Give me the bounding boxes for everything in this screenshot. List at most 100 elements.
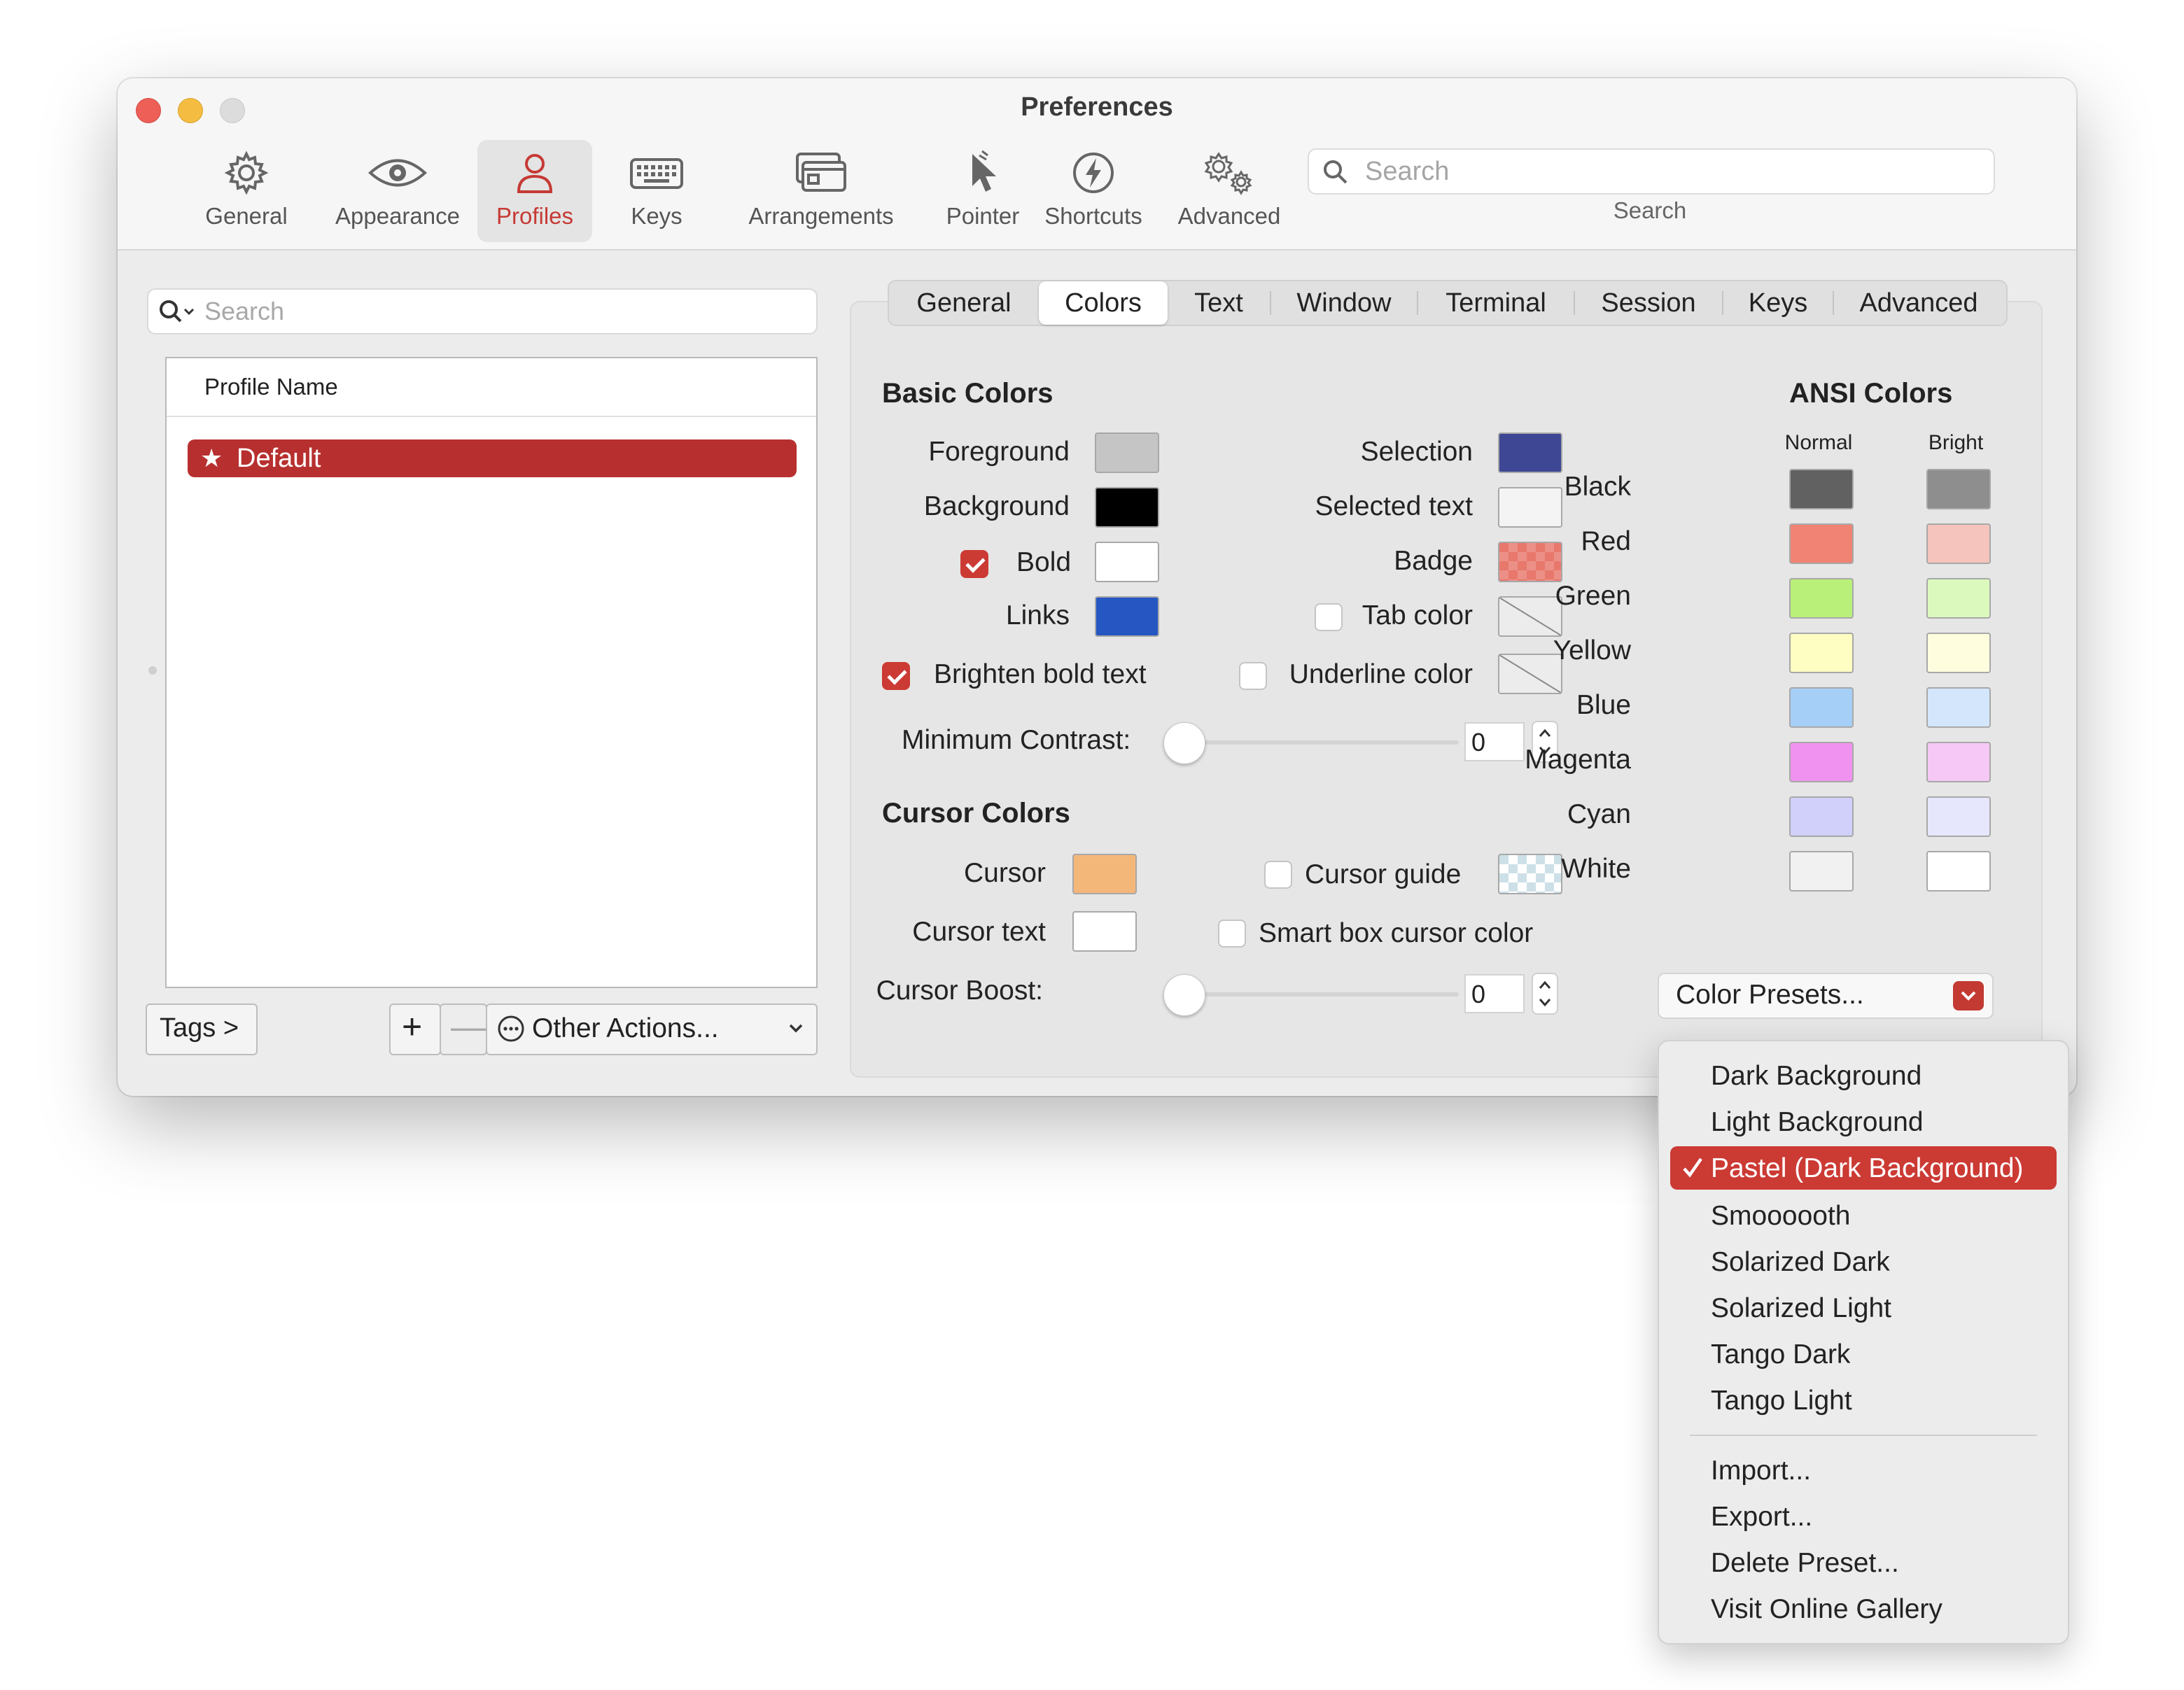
selected-text-color-well[interactable] [1498,487,1562,528]
menu-item-label: Pastel (Dark Background) [1711,1153,2024,1183]
add-profile-button[interactable]: + [389,1004,441,1055]
ansi-cyan-bright-well[interactable] [1926,796,1991,837]
minimum-contrast-field[interactable]: 0 [1464,722,1525,761]
menu-item-light-background[interactable]: Light Background [1659,1100,2068,1143]
toolbar-general[interactable]: General [204,140,288,242]
cursor-guide-color-well[interactable] [1498,854,1562,894]
underline-color-checkbox[interactable] [1239,662,1267,690]
tab-color-label: Tab color [1362,600,1473,631]
cursor-text-color-well[interactable] [1072,911,1137,952]
bold-checkbox[interactable] [960,550,988,578]
tab-terminal[interactable]: Terminal [1418,281,1574,325]
split-view-handle[interactable] [148,666,157,675]
cursor-boost-stepper[interactable] [1532,973,1558,1015]
brighten-bold-checkbox[interactable] [882,662,910,690]
tab-general[interactable]: General [889,281,1039,325]
tab-color-well[interactable] [1498,596,1562,637]
menu-item-smoooooth[interactable]: Smoooooth [1659,1194,2068,1237]
minimum-contrast-track[interactable] [1183,740,1459,745]
ansi-blue-bright-well[interactable] [1926,687,1991,728]
selection-color-well[interactable] [1498,432,1562,473]
ansi-yellow-normal-well[interactable] [1789,633,1854,673]
menu-item-export[interactable]: Export... [1659,1495,2068,1538]
cursor-boost-label: Cursor Boost: [876,976,1043,1006]
menu-item-solarized-light[interactable]: Solarized Light [1659,1286,2068,1330]
cursor-color-well[interactable] [1072,854,1137,894]
stepper-arrows-icon [1539,980,1551,1007]
cursor-guide-checkbox[interactable] [1264,861,1292,889]
badge-color-well[interactable] [1498,542,1562,582]
preferences-window: Preferences General Appearance Profiles [118,78,2076,1096]
tab-window[interactable]: Window [1271,281,1417,325]
bold-label: Bold [1016,547,1072,577]
tags-button[interactable]: Tags > [146,1004,258,1055]
profile-list-header[interactable]: Profile Name [167,358,816,417]
cursor-boost-track[interactable] [1183,992,1459,997]
ansi-normal-header: Normal [1784,431,1853,454]
background-label: Background [923,491,1070,521]
tab-text[interactable]: Text [1168,281,1270,325]
ansi-black-normal-well[interactable] [1789,469,1854,509]
preferences-search-input[interactable]: Search [1308,148,1995,195]
ansi-white-normal-well[interactable] [1789,851,1854,892]
toolbar-appearance-label: Appearance [335,203,460,229]
color-presets-popup-button[interactable]: Color Presets... [1658,973,1994,1019]
menu-item-label: Import... [1711,1456,1812,1486]
menu-item-tango-light[interactable]: Tango Light [1659,1379,2068,1422]
chevron-down-icon [1953,981,1984,1011]
cursor-boost-slider[interactable] [1163,974,1205,1016]
menu-item-delete-preset[interactable]: Delete Preset... [1659,1541,2068,1584]
toolbar-appearance[interactable]: Appearance [328,140,468,242]
brighten-bold-label: Brighten bold text [934,659,1147,689]
search-placeholder: Search [1365,157,1450,186]
tab-session[interactable]: Session [1575,281,1722,325]
menu-item-dark-background[interactable]: Dark Background [1659,1054,2068,1097]
menu-item-tango-dark[interactable]: Tango Dark [1659,1332,2068,1376]
foreground-color-well[interactable] [1095,432,1159,473]
foreground-label: Foreground [928,437,1070,467]
toolbar-profiles[interactable]: Profiles [477,140,592,242]
menu-item-solarized-dark[interactable]: Solarized Dark [1659,1240,2068,1283]
profile-row[interactable]: ★ Default [188,439,797,477]
menu-item-import[interactable]: Import... [1659,1449,2068,1492]
ansi-cyan-normal-well[interactable] [1789,796,1854,837]
ansi-yellow-label: Yellow [1553,635,1631,666]
tab-color-checkbox[interactable] [1315,603,1343,631]
menu-separator [1690,1435,2037,1436]
profile-search-input[interactable]: Search [147,288,818,335]
tab-colors[interactable]: Colors [1039,281,1168,325]
ansi-magenta-normal-well[interactable] [1789,742,1854,782]
cursor-guide-label: Cursor guide [1305,859,1462,889]
toolbar-arrangements[interactable]: Arrangements [720,140,923,242]
ansi-red-bright-well[interactable] [1926,523,1991,564]
smart-box-cursor-checkbox[interactable] [1218,920,1246,948]
ansi-blue-normal-well[interactable] [1789,687,1854,728]
cursor-text-label: Cursor text [912,917,1046,947]
ansi-yellow-bright-well[interactable] [1926,633,1991,673]
ansi-black-bright-well[interactable] [1926,469,1991,509]
ansi-red-normal-well[interactable] [1789,523,1854,564]
toolbar-keys[interactable]: Keys [615,140,699,242]
ansi-green-normal-well[interactable] [1789,578,1854,619]
color-presets-label: Color Presets... [1676,980,1864,1010]
ansi-green-bright-well[interactable] [1926,578,1991,619]
menu-item-label: Solarized Dark [1711,1247,1890,1277]
tab-advanced[interactable]: Advanced [1834,281,2003,325]
badge-label: Badge [1394,546,1473,576]
remove-profile-button[interactable]: — [440,1004,487,1055]
profile-row-name: Default [237,444,321,473]
ansi-white-bright-well[interactable] [1926,851,1991,892]
menu-item-visit-online-gallery[interactable]: Visit Online Gallery [1659,1587,2068,1631]
minimum-contrast-slider[interactable] [1163,722,1205,764]
toolbar-advanced[interactable]: Advanced [1159,140,1299,242]
toolbar-shortcuts[interactable]: Shortcuts [1023,140,1163,242]
ansi-magenta-bright-well[interactable] [1926,742,1991,782]
other-actions-button[interactable]: Other Actions... [486,1004,818,1055]
background-color-well[interactable] [1095,487,1159,528]
menu-item-label: Tango Light [1711,1386,1852,1416]
menu-item-pastel-dark-background[interactable]: Pastel (Dark Background) [1670,1146,2057,1190]
cursor-boost-field[interactable]: 0 [1464,974,1525,1013]
tab-keys[interactable]: Keys [1723,281,1833,325]
bold-color-well[interactable] [1095,542,1159,582]
links-color-well[interactable] [1095,596,1159,637]
